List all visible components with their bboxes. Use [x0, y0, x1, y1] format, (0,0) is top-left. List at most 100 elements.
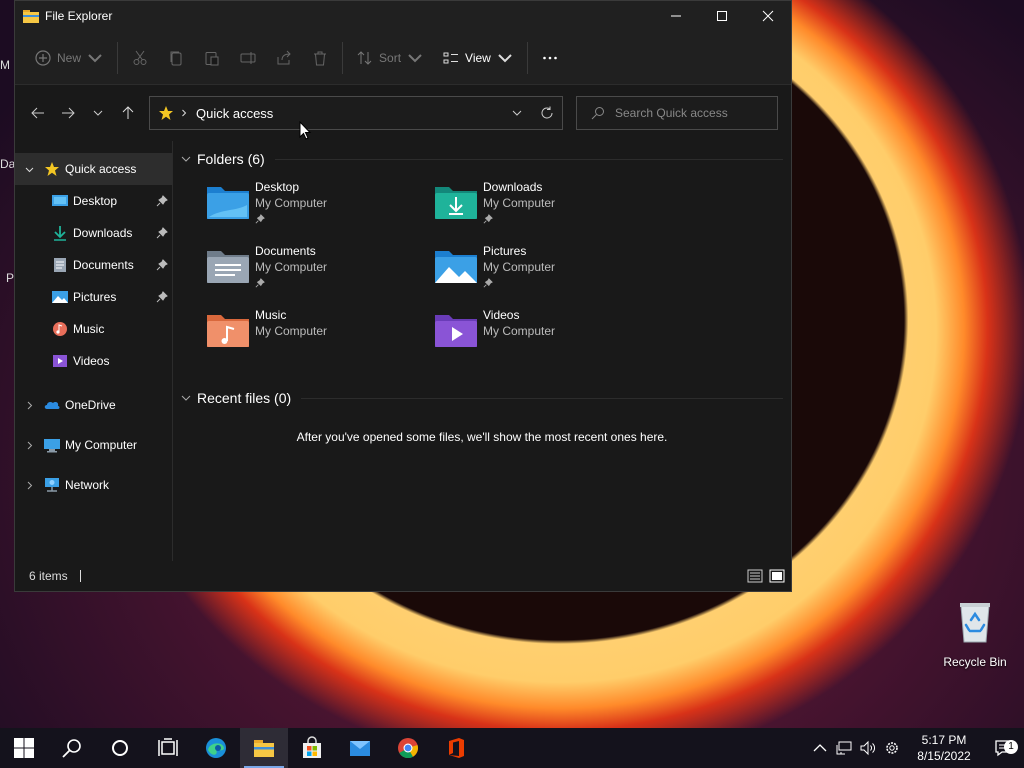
folders-group-header[interactable]: Folders (6) [179, 147, 791, 171]
up-button[interactable] [113, 98, 143, 128]
documents-icon [54, 258, 66, 272]
paste-button[interactable] [194, 41, 230, 75]
chevron-down-icon [512, 110, 522, 116]
recent-files-group-header[interactable]: Recent files (0) [179, 386, 791, 410]
sidebar-item-label: Music [73, 322, 105, 336]
sidebar-item-label: Pictures [73, 290, 117, 304]
windows-logo-icon [14, 738, 34, 758]
documents-folder-icon [207, 251, 249, 283]
volume-tray-button[interactable] [856, 740, 880, 756]
sidebar-item-label: Quick access [65, 162, 137, 176]
recent-locations-button[interactable] [83, 98, 113, 128]
back-button[interactable] [23, 98, 53, 128]
folder-tile-desktop[interactable]: Desktop My Computer [205, 179, 433, 243]
desktop-label-peek: Da [0, 157, 14, 171]
edge-taskbar-button[interactable] [192, 728, 240, 768]
sidebar-item-my-computer[interactable]: My Computer [15, 425, 172, 465]
settings-tray-button[interactable] [880, 740, 904, 756]
search-icon [591, 107, 604, 120]
file-explorer-icon [254, 740, 274, 757]
chevron-down-icon [181, 395, 191, 401]
more-options-button[interactable] [532, 41, 568, 75]
sidebar-item-downloads[interactable]: Downloads [15, 217, 172, 249]
file-explorer-taskbar-button[interactable] [240, 728, 288, 768]
expand-toggle[interactable] [15, 165, 43, 174]
minimize-button[interactable] [653, 1, 699, 31]
sidebar-item-onedrive[interactable]: OneDrive [15, 385, 172, 425]
sort-button[interactable]: Sort [347, 41, 433, 75]
rename-icon [240, 51, 256, 64]
search-box[interactable]: Search Quick access [576, 96, 778, 130]
title-bar[interactable]: File Explorer [15, 1, 791, 31]
sidebar-item-network[interactable]: Network [15, 465, 172, 505]
folder-tile-pictures[interactable]: Pictures My Computer [433, 243, 661, 307]
address-path[interactable]: Quick access [196, 106, 502, 121]
maximize-button[interactable] [699, 1, 745, 31]
folder-tile-music[interactable]: Music My Computer [205, 307, 433, 371]
show-hidden-icons-button[interactable] [808, 740, 832, 756]
action-center-button[interactable]: 1 [984, 738, 1024, 758]
tiles-view-icon[interactable] [769, 569, 785, 583]
delete-button[interactable] [302, 41, 338, 75]
search-icon [62, 739, 81, 758]
forward-button[interactable] [53, 98, 83, 128]
view-button[interactable]: View [433, 41, 523, 75]
new-button[interactable]: New [25, 41, 113, 75]
navigation-row: Quick access Search Quick access [15, 85, 791, 141]
recycle-bin[interactable]: Recycle Bin [940, 600, 1010, 669]
expand-toggle[interactable] [15, 441, 43, 450]
pin-icon [156, 195, 168, 207]
expand-toggle[interactable] [15, 481, 43, 490]
chevron-down-icon [25, 167, 33, 172]
cut-icon [133, 50, 147, 65]
sidebar-item-quick-access[interactable]: Quick access [15, 153, 172, 185]
star-icon [45, 162, 59, 176]
office-taskbar-button[interactable] [432, 728, 480, 768]
details-view-icon[interactable] [747, 569, 763, 583]
sidebar-item-music[interactable]: Music [15, 313, 172, 345]
folders-grid: Desktop My Computer Downloads My Compute… [179, 179, 791, 371]
chevron-right-icon [27, 441, 32, 449]
sidebar-item-videos[interactable]: Videos [15, 345, 172, 377]
status-bar: 6 items [15, 561, 791, 591]
folder-name: Downloads [483, 180, 543, 194]
folder-name: Videos [483, 308, 520, 322]
folder-tile-documents[interactable]: Documents My Computer [205, 243, 433, 307]
notification-count-badge: 1 [1004, 740, 1018, 754]
sidebar-item-pictures[interactable]: Pictures [15, 281, 172, 313]
gear-icon [886, 742, 898, 754]
share-icon [277, 50, 291, 64]
address-bar[interactable]: Quick access [149, 96, 563, 130]
folder-tile-downloads[interactable]: Downloads My Computer [433, 179, 661, 243]
sidebar-item-documents[interactable]: Documents [15, 249, 172, 281]
mouse-pointer-icon [299, 121, 312, 140]
cut-button[interactable] [122, 41, 158, 75]
search-taskbar-button[interactable] [48, 728, 96, 768]
chevron-down-icon [181, 156, 191, 162]
rename-button[interactable] [230, 41, 266, 75]
sidebar-item-desktop[interactable]: Desktop [15, 185, 172, 217]
chevron-right-icon [27, 401, 32, 409]
close-button[interactable] [745, 1, 791, 31]
start-button[interactable] [0, 728, 48, 768]
address-history-button[interactable] [502, 107, 532, 119]
desktop-folder-icon [207, 187, 249, 219]
chevron-right-icon [182, 109, 187, 117]
folder-tile-videos[interactable]: Videos My Computer [433, 307, 661, 371]
store-taskbar-button[interactable] [288, 728, 336, 768]
trash-icon [314, 51, 327, 65]
view-label: View [465, 50, 491, 65]
clock[interactable]: 5:17 PM 8/15/2022 [904, 732, 984, 764]
folder-location: My Computer [483, 196, 556, 210]
chrome-taskbar-button[interactable] [384, 728, 432, 768]
cortana-button[interactable] [96, 728, 144, 768]
mail-taskbar-button[interactable] [336, 728, 384, 768]
expand-toggle[interactable] [15, 401, 43, 410]
network-tray-button[interactable] [832, 740, 856, 756]
view-icon [443, 52, 459, 63]
refresh-button[interactable] [532, 106, 562, 120]
folder-location: My Computer [255, 196, 328, 210]
task-view-button[interactable] [144, 728, 192, 768]
share-button[interactable] [266, 41, 302, 75]
copy-button[interactable] [158, 41, 194, 75]
